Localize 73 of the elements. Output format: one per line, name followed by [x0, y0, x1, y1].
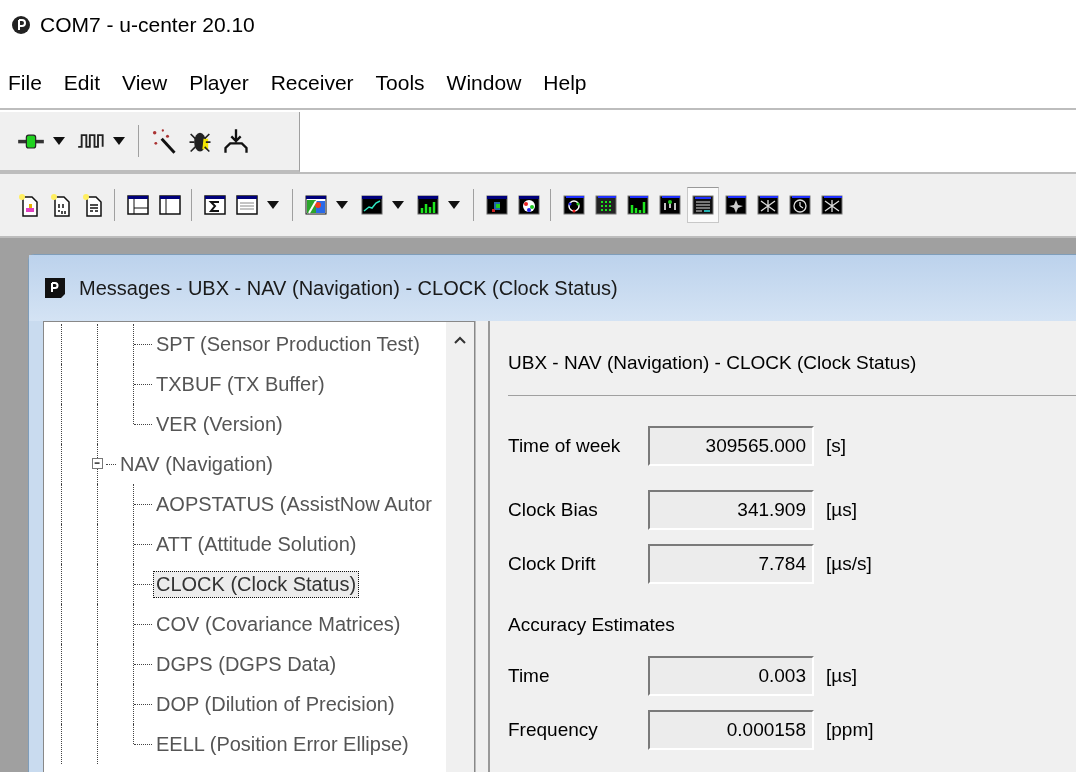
tree-item[interactable]: DGPS (DGPS Data) — [153, 650, 340, 678]
tree-item[interactable]: EELL (Position Error Ellipse) — [153, 730, 412, 758]
clock-panel-icon — [788, 193, 812, 217]
field-label: Time of week — [508, 435, 622, 457]
ring-panel-icon — [562, 193, 586, 217]
tree-item[interactable]: VER (Version) — [153, 410, 286, 438]
map-icon — [485, 193, 509, 217]
menu-item[interactable]: Help — [535, 71, 593, 95]
panel-heading: UBX - NAV (Navigation) - CLOCK (Clock Status) — [508, 321, 1076, 396]
unit-label: [ppm] — [826, 719, 874, 741]
window-icon — [158, 193, 182, 217]
app-logo-icon — [43, 276, 67, 300]
field-label: Clock Bias — [508, 499, 599, 521]
sigma-icon — [203, 193, 227, 217]
tree-item[interactable]: ATT (Attitude Solution) — [153, 530, 360, 558]
tree-item[interactable]: SPT (Sensor Production Test) — [153, 330, 423, 358]
value-field[interactable]: 309565.000 — [648, 426, 814, 466]
tree-item[interactable]: AOPSTATUS (AssistNow Autor — [153, 490, 435, 518]
scrollbar[interactable] — [446, 322, 474, 772]
bars-panel-icon — [626, 193, 650, 217]
table-panel-icon — [691, 193, 715, 217]
unit-label: [µs] — [826, 665, 857, 687]
dropdown-arrow[interactable] — [266, 200, 280, 210]
value-field[interactable]: 341.909 — [648, 490, 814, 530]
list-icon — [235, 193, 259, 217]
window-title: COM7 - u-center 20.10 — [40, 13, 255, 37]
menu-item[interactable]: Receiver — [262, 71, 360, 95]
menu-item[interactable]: View — [114, 71, 174, 95]
menu-item[interactable]: File — [0, 71, 48, 95]
line-chart-icon — [360, 193, 384, 217]
antenna-icon — [222, 127, 250, 155]
menu-item[interactable]: Window — [438, 71, 528, 95]
menu-item[interactable]: Edit — [55, 71, 107, 95]
tree-item[interactable]: COV (Covariance Matrices) — [153, 610, 404, 638]
sky-view-icon — [517, 193, 541, 217]
wand-icon — [150, 127, 178, 155]
dropdown-arrow[interactable] — [52, 136, 66, 146]
unit-label: [µs] — [826, 499, 857, 521]
bar-chart-icon — [416, 193, 440, 217]
window-icon — [126, 193, 150, 217]
color-chart-icon — [304, 193, 328, 217]
unit-label: [s] — [826, 435, 847, 457]
unit-label: [µs/s] — [826, 553, 872, 575]
tree-item[interactable]: TXBUF (TX Buffer) — [153, 370, 328, 398]
field-label: Clock Drift — [508, 553, 597, 575]
menu-item[interactable]: Tools — [367, 71, 431, 95]
document-icon — [81, 193, 105, 217]
tree-item[interactable]: DOP (Dilution of Precision) — [153, 690, 398, 718]
value-field[interactable]: 0.003 — [648, 656, 814, 696]
antenna-panel-icon — [658, 193, 682, 217]
dropdown-arrow[interactable] — [391, 200, 405, 210]
section-title: Accuracy Estimates — [508, 614, 675, 636]
toolbar-button[interactable] — [687, 187, 719, 223]
window-title: Messages - UBX - NAV (Navigation) - CLOCK (Clock Status) — [79, 276, 618, 300]
document-icon — [49, 193, 73, 217]
burst-panel-icon — [756, 193, 780, 217]
collapse-toggle[interactable] — [92, 458, 103, 469]
grid-panel-icon — [594, 193, 618, 217]
document-icon — [17, 193, 41, 217]
dropdown-arrow[interactable] — [112, 136, 126, 146]
menu-item[interactable]: Player — [181, 71, 255, 95]
app-logo-icon — [12, 16, 30, 34]
star-panel-icon — [724, 193, 748, 217]
field-label: Time — [508, 665, 551, 687]
scroll-up-icon[interactable] — [454, 336, 466, 344]
value-field[interactable]: 0.000158 — [648, 710, 814, 750]
tree-item[interactable]: NAV (Navigation) — [117, 450, 277, 478]
dropdown-arrow[interactable] — [335, 200, 349, 210]
field-label: Frequency — [508, 719, 599, 741]
value-field[interactable]: 7.784 — [648, 544, 814, 584]
dropdown-arrow[interactable] — [447, 200, 461, 210]
burst-panel-icon — [820, 193, 844, 217]
tree-item[interactable]: CLOCK (Clock Status) — [153, 570, 360, 598]
